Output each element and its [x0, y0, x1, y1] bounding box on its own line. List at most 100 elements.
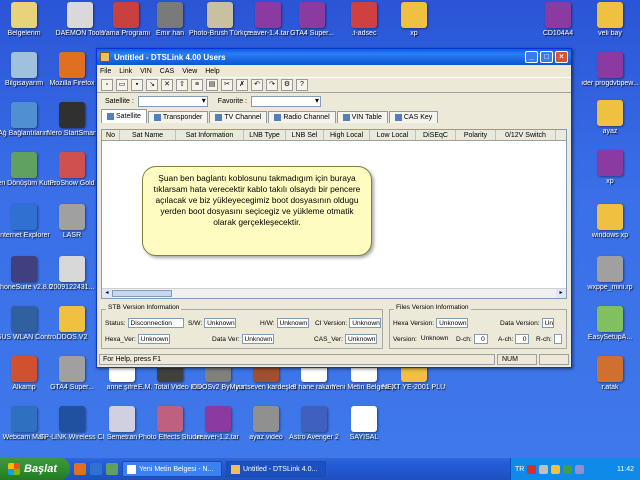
photoeffects-icon — [157, 406, 183, 432]
hexa-value: Unknown — [137, 334, 170, 344]
satellite-combo[interactable] — [137, 95, 208, 107]
start-button[interactable]: Başlat — [0, 458, 70, 480]
network-icon[interactable] — [539, 464, 549, 474]
menu-link[interactable]: Link — [119, 68, 132, 75]
list-icon[interactable]: ≡ — [191, 79, 203, 91]
help-icon[interactable]: ? — [296, 79, 308, 91]
col-sat-name[interactable]: Sat Name — [120, 130, 176, 140]
desktop-icon-velibey[interactable]: veli bay — [578, 2, 640, 52]
title-bar[interactable]: Untitled - DTSLink 4.00 Users _ □ × — [97, 49, 571, 65]
desktop-icon-lasr[interactable]: LASR — [40, 204, 104, 254]
tab-transponder[interactable]: Transponder — [147, 111, 209, 123]
data-label: Data Ver: — [212, 335, 240, 343]
status-text: For Help, press F1 — [99, 354, 495, 365]
sw-label: S/W: — [188, 319, 203, 327]
col-lnb-sel[interactable]: LNB Sel — [286, 130, 324, 140]
col-diseqc[interactable]: DiSEqC — [416, 130, 456, 140]
desktop-icon-windowsxp[interactable]: windows xp — [578, 204, 640, 254]
stb-hw-field: H/W: Unknown — [260, 318, 309, 328]
scroll-thumb[interactable] — [112, 290, 172, 297]
maximize-button[interactable]: □ — [540, 51, 553, 63]
tab-cas-key[interactable]: CAS Key — [388, 111, 439, 123]
antivirus-icon[interactable] — [527, 464, 537, 474]
desktop-icon-firefox[interactable]: Mozilla Firefox — [40, 52, 104, 102]
files-hexa-value: Unknown — [436, 318, 469, 328]
connect-icon[interactable]: ↘ — [146, 79, 158, 91]
desktop-icon-easysetup[interactable]: EasySetupA... — [578, 306, 640, 356]
tab-tv-channel[interactable]: TV Channel — [209, 111, 268, 123]
menu-help[interactable]: Help — [205, 68, 219, 75]
bluetooth-icon[interactable] — [575, 464, 585, 474]
ie-quicklaunch-icon[interactable] — [90, 463, 102, 475]
desktop-icon-wxppe[interactable]: wxppe_mini.rp — [578, 256, 640, 306]
volume-icon[interactable] — [551, 464, 561, 474]
redo-icon[interactable]: ↷ — [266, 79, 278, 91]
cut-icon[interactable]: ✂ — [221, 79, 233, 91]
desktop-icon-ayaz[interactable]: ayaz — [578, 100, 640, 150]
new-file-icon[interactable]: ▫ — [101, 79, 113, 91]
num-indicator: NUM — [497, 354, 537, 365]
upload-boot-icon[interactable]: ⇧ — [176, 79, 188, 91]
stb-version-group: STB Version Information Status: Disconne… — [101, 304, 383, 349]
col-sat-information[interactable]: Sat Information — [176, 130, 244, 140]
nero-icon — [59, 102, 85, 128]
tab-vin-table[interactable]: VIN Table — [336, 111, 388, 123]
desktop-icon-progdrv[interactable]: ıder progdvbpew... — [578, 52, 640, 102]
desktop-quicklaunch-icon[interactable] — [106, 463, 118, 475]
language-indicator[interactable]: TR — [515, 466, 524, 473]
stb-data-field: Data Ver: Unknown — [212, 334, 274, 344]
desktop-icon-jpg2009[interactable]: 2009122431... — [40, 256, 104, 306]
minimize-button[interactable]: _ — [525, 51, 538, 63]
undo-icon[interactable]: ↶ — [251, 79, 263, 91]
gendonusum-icon — [11, 152, 37, 178]
delete-icon[interactable]: ✗ — [236, 79, 248, 91]
desktop-icon-rotak[interactable]: r.atak — [578, 356, 640, 406]
desktop-icon-agbaglanti[interactable]: Ağ Bağlantılarım — [0, 102, 56, 152]
clock[interactable]: 11:42 — [617, 466, 634, 473]
settings-icon[interactable]: ⚙ — [281, 79, 293, 91]
horizontal-scrollbar[interactable]: ◂ ▸ — [102, 288, 566, 298]
task-yeni-metin[interactable]: Yeni Metin Belgesi - N... — [122, 461, 222, 477]
desktop-icon-proshow[interactable]: ProShow Gold — [40, 152, 104, 202]
webcam-icon — [11, 406, 37, 432]
menu-vin[interactable]: VIN — [140, 68, 152, 75]
close-button[interactable]: × — [555, 51, 568, 63]
col-lnb-type[interactable]: LNB Type — [244, 130, 286, 140]
open-folder-icon[interactable]: ▭ — [116, 79, 128, 91]
tab-satellite[interactable]: Satellite — [101, 109, 147, 123]
files-data-value: Unknown — [541, 318, 554, 328]
app-icon — [100, 52, 110, 62]
desktop-icon-xp1[interactable]: xp — [382, 2, 446, 52]
satellite-icon — [107, 113, 114, 120]
dtslink-icon — [231, 464, 240, 474]
col-no[interactable]: No — [102, 130, 120, 140]
desktop-icon-label: ProShow Gold — [49, 180, 95, 187]
files-version-label: Version: — [393, 335, 417, 343]
scroll-left-icon[interactable]: ◂ — [102, 289, 112, 298]
desktop-icon-xp2[interactable]: xp — [578, 150, 640, 200]
menu-view[interactable]: View — [182, 68, 197, 75]
tab-radio-channel[interactable]: Radio Channel — [268, 111, 336, 123]
annotation-callout: Şuan ben baglantı koblosunu takmadıgım i… — [142, 166, 372, 256]
scroll-right-icon[interactable]: ▸ — [556, 289, 566, 298]
favorite-combo[interactable] — [250, 95, 321, 107]
rch-value — [553, 334, 562, 344]
tab-label: CAS Key — [403, 114, 433, 121]
col-low-local[interactable]: Low Local — [370, 130, 416, 140]
asus-icon — [11, 306, 37, 332]
col-polarity[interactable]: Polarity — [456, 130, 496, 140]
col-high-local[interactable]: High Local — [324, 130, 370, 140]
task-dtslink[interactable]: Untitled - DTSLink 4.0... — [226, 461, 326, 477]
desktop-icon-sayisal[interactable]: SAYISAL — [332, 406, 396, 456]
col-switch[interactable]: 0/12V Switch — [496, 130, 556, 140]
update-icon[interactable] — [563, 464, 573, 474]
firefox-quicklaunch-icon[interactable] — [74, 463, 86, 475]
menu-file[interactable]: File — [100, 68, 111, 75]
tools-icon[interactable]: ✕ — [161, 79, 173, 91]
document-icon[interactable]: ▤ — [206, 79, 218, 91]
menu-cas[interactable]: CAS — [160, 68, 174, 75]
ach-label: A-ch: — [498, 335, 514, 343]
save-icon[interactable]: ▪ — [131, 79, 143, 91]
desktop-icon-ddos[interactable]: DDOS.V2 — [40, 306, 104, 356]
tab-label: TV Channel — [224, 114, 262, 121]
